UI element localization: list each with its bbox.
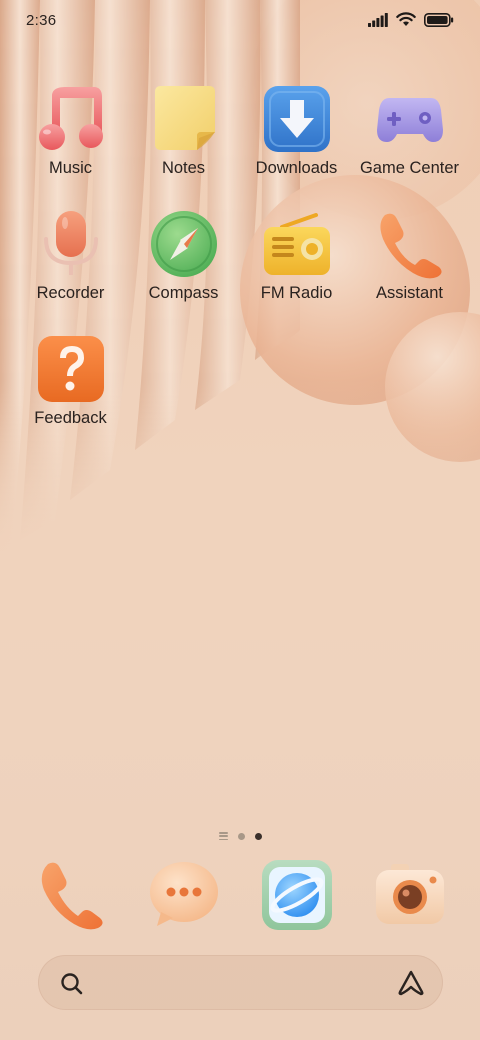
gamepad-icon	[375, 84, 445, 154]
app-label: Feedback	[34, 409, 107, 427]
status-time: 2:36	[26, 12, 57, 29]
app-list-indicator-icon[interactable]	[218, 832, 228, 840]
status-bar: 2:36	[0, 0, 480, 44]
page-indicator	[0, 829, 480, 843]
camera-icon	[376, 864, 444, 924]
page-dot-active[interactable]	[254, 832, 262, 840]
app-label: Game Center	[359, 159, 460, 177]
signal-bars-icon	[368, 12, 388, 27]
radio-icon	[262, 209, 332, 279]
download-arrow-icon	[262, 84, 332, 154]
app-downloads[interactable]: Downloads	[240, 84, 353, 209]
app-assistant[interactable]: Assistant	[353, 209, 466, 334]
sticky-note-icon	[149, 84, 219, 154]
app-label: Downloads	[255, 159, 338, 177]
dock-phone[interactable]	[34, 858, 108, 932]
music-note-icon	[36, 84, 106, 154]
battery-full-icon	[424, 12, 454, 27]
app-game-center[interactable]: Game Center	[353, 84, 466, 209]
app-label: Music	[48, 159, 93, 177]
app-feedback[interactable]: Feedback	[14, 334, 127, 459]
wifi-icon	[396, 12, 416, 26]
dock-messages[interactable]	[147, 858, 221, 932]
app-notes[interactable]: Notes	[127, 84, 240, 209]
dock-browser[interactable]	[260, 858, 334, 932]
app-label: Compass	[148, 284, 219, 302]
app-compass[interactable]: Compass	[127, 209, 240, 334]
app-label: Notes	[161, 159, 206, 177]
app-fm-radio[interactable]: FM Radio	[240, 209, 353, 334]
question-mark-icon	[36, 334, 106, 404]
browser-planet-icon	[262, 860, 332, 930]
status-icons	[368, 12, 454, 27]
compass-icon	[149, 209, 219, 279]
microphone-icon	[36, 209, 106, 279]
app-label: Assistant	[376, 284, 443, 302]
search-icon	[61, 973, 83, 995]
dock-camera[interactable]	[373, 858, 447, 932]
messages-icon	[150, 862, 218, 926]
page-dot[interactable]	[237, 832, 245, 840]
phone-handset-icon	[375, 209, 445, 279]
app-music[interactable]: Music	[14, 84, 127, 209]
app-recorder[interactable]: Recorder	[14, 209, 127, 334]
app-label: Recorder	[36, 284, 105, 302]
app-label: FM Radio	[260, 284, 333, 302]
phone-icon	[41, 862, 103, 930]
search-bar[interactable]	[38, 955, 443, 1010]
assistant-logo-icon[interactable]	[396, 969, 426, 997]
